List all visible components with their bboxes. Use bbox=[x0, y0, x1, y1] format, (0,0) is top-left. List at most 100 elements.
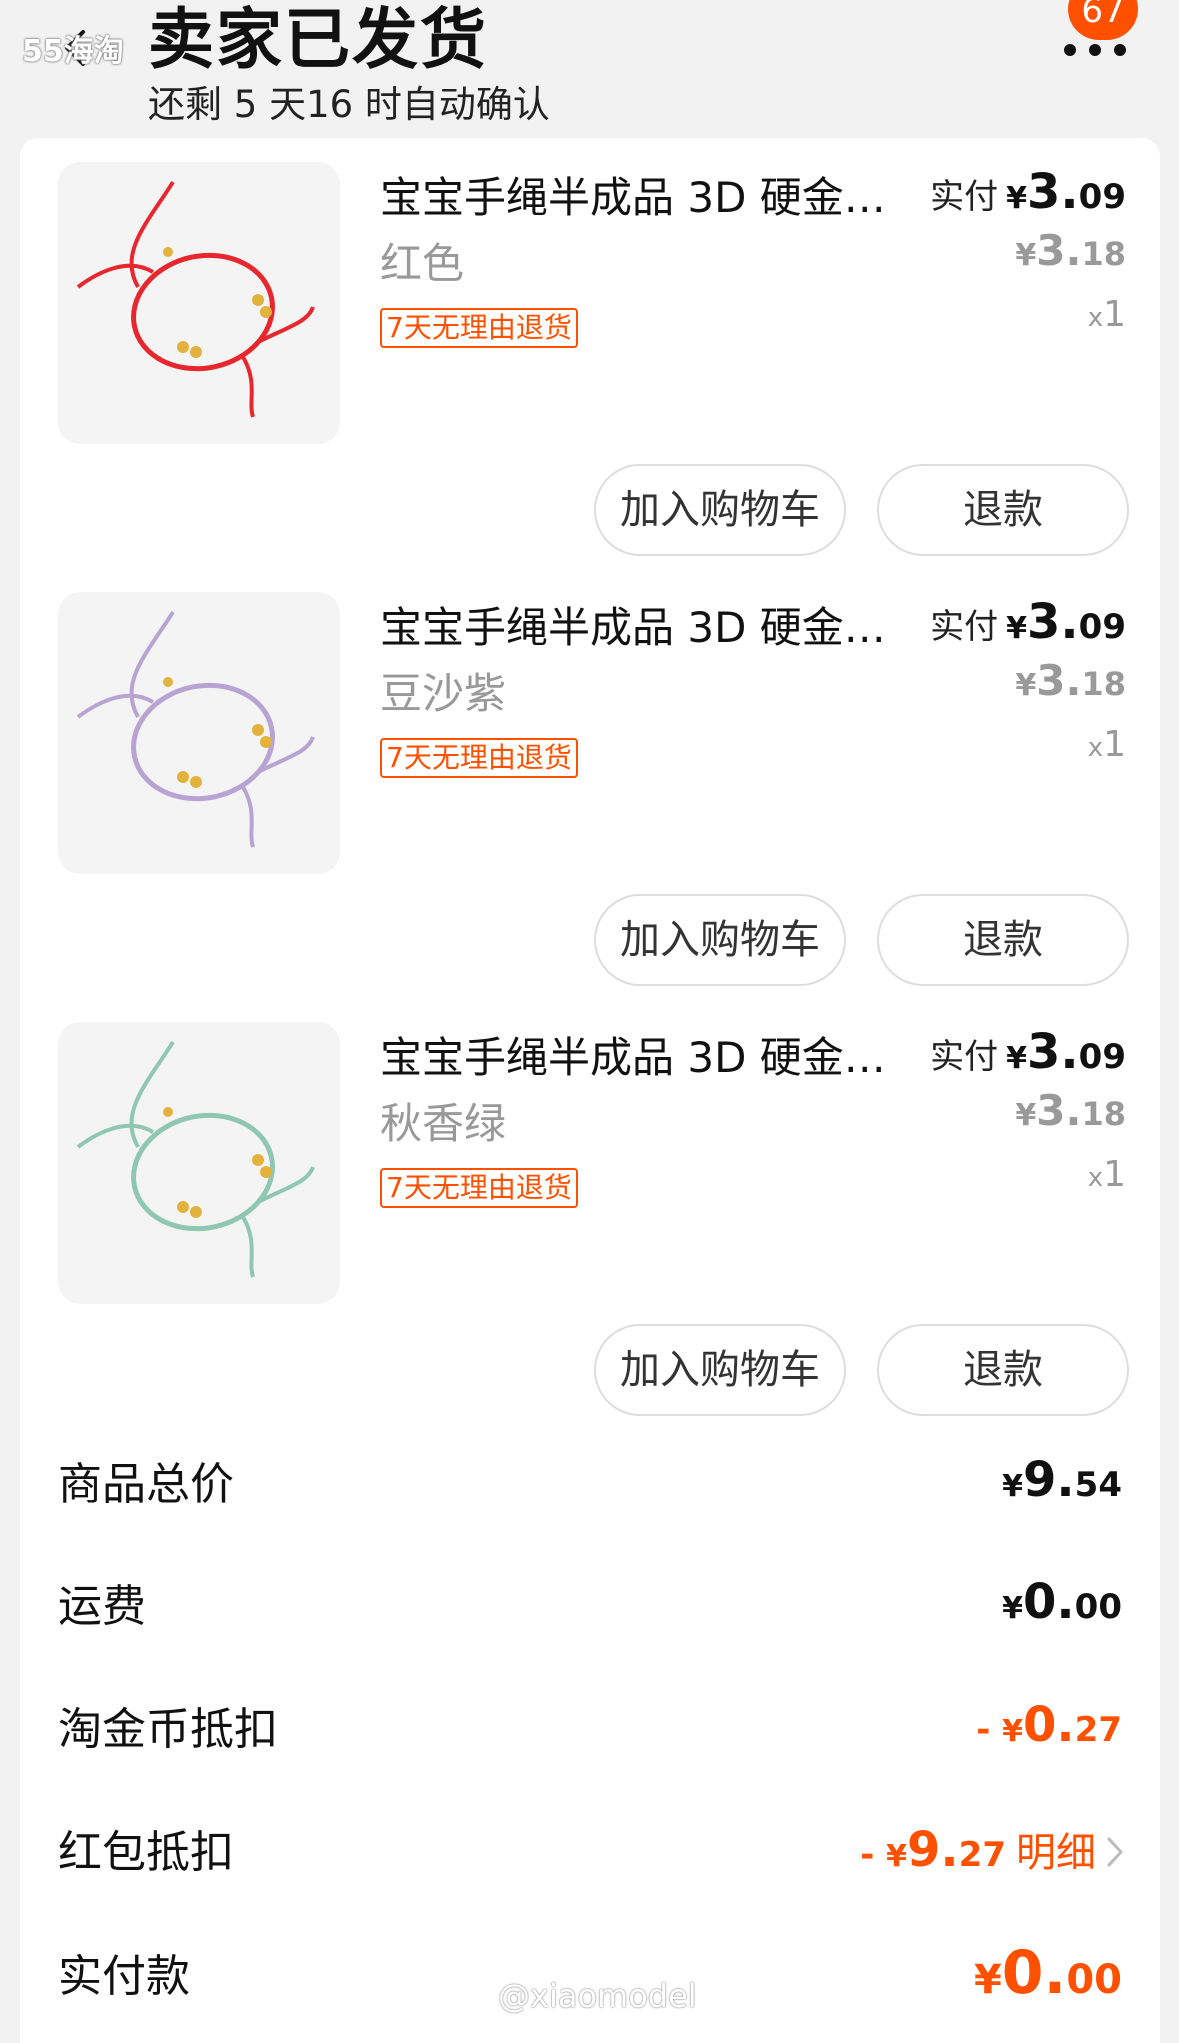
coin-deduction-label: 淘金币抵扣 bbox=[58, 1704, 278, 1755]
product-title[interactable]: 宝宝手绳半成品 3D 硬金手链编织绳 bbox=[380, 164, 920, 225]
return-policy-tag: 7天无理由退货 bbox=[380, 738, 578, 778]
redpack-deduction-value: - ¥9.27 明细 bbox=[860, 1820, 1124, 1878]
amount-integer: 9. bbox=[907, 1822, 959, 1878]
quantity-value: 1 bbox=[1103, 724, 1126, 765]
redpack-deduction-row[interactable]: 红包抵扣 - ¥9.27 明细 bbox=[20, 1796, 1160, 1916]
return-policy-tag: 7天无理由退货 bbox=[380, 1168, 578, 1208]
page-title: 卖家已发货 bbox=[148, 1, 488, 78]
amount-integer: 9. bbox=[1023, 1452, 1075, 1508]
price-integer: 3. bbox=[1027, 594, 1079, 650]
actual-paid-value: ¥0.00 bbox=[974, 1938, 1122, 2008]
shipping-label: 运费 bbox=[58, 1581, 146, 1632]
auto-confirm-countdown: 还剩 5 天16 时自动确认 bbox=[148, 83, 550, 126]
original-price: ¥3.18 bbox=[1015, 656, 1126, 705]
minus-sign: - bbox=[976, 1710, 1003, 1750]
price-decimal: 18 bbox=[1081, 665, 1126, 703]
price-integer: 3. bbox=[1027, 1024, 1079, 1080]
price-integer: 3. bbox=[1027, 164, 1079, 220]
quantity-x: x bbox=[1087, 303, 1104, 333]
currency-symbol: ¥ bbox=[1006, 611, 1028, 646]
shipping-row: 运费 ¥0.00 bbox=[20, 1550, 1160, 1670]
currency-symbol: ¥ bbox=[1015, 238, 1037, 273]
refund-button[interactable]: 退款 bbox=[877, 1324, 1129, 1416]
currency-symbol: ¥ bbox=[1006, 1041, 1028, 1076]
redpack-deduction-label: 红包抵扣 bbox=[58, 1827, 234, 1878]
original-price: ¥3.18 bbox=[1015, 226, 1126, 275]
amount-integer: 0. bbox=[1001, 1938, 1067, 2008]
currency-symbol: ¥ bbox=[1015, 1098, 1037, 1133]
order-card: 宝宝手绳半成品 3D 硬金手链编织绳 红色 7天无理由退货 实付¥3.09 ¥3… bbox=[20, 138, 1160, 2043]
watermark-bottom: @xiaomodel bbox=[498, 1977, 697, 2015]
price-integer: 3. bbox=[1036, 656, 1082, 705]
coin-deduction-value: - ¥0.27 bbox=[976, 1697, 1122, 1753]
paid-price: 实付 ¥3.09 bbox=[930, 1024, 1126, 1080]
detail-link[interactable]: 明细 bbox=[1016, 1830, 1096, 1876]
paid-label: 实付 bbox=[930, 1037, 999, 1077]
more-options-icon[interactable] bbox=[1060, 40, 1130, 60]
quantity-value: 1 bbox=[1103, 1154, 1126, 1195]
price-decimal: 09 bbox=[1078, 607, 1126, 647]
header: 55海淘 卖家已发货 还剩 5 天16 时自动确认 67 bbox=[0, 0, 1179, 135]
refund-button[interactable]: 退款 bbox=[877, 894, 1129, 986]
product-thumbnail[interactable] bbox=[58, 1022, 340, 1304]
paid-price: 实付 ¥3.09 bbox=[930, 594, 1126, 650]
quantity-x: x bbox=[1087, 1163, 1104, 1193]
product-spec: 秋香绿 bbox=[380, 1099, 507, 1148]
order-item: 宝宝手绳半成品 3D 硬金手链编织绳 红色 7天无理由退货 实付¥3.09 ¥3… bbox=[20, 138, 1160, 568]
product-spec: 豆沙紫 bbox=[380, 669, 507, 718]
goods-total-label: 商品总价 bbox=[58, 1459, 234, 1510]
product-thumbnail[interactable] bbox=[58, 162, 340, 444]
quantity-x: x bbox=[1087, 733, 1104, 763]
quantity-value: 1 bbox=[1103, 294, 1126, 335]
chevron-right-icon bbox=[1107, 1837, 1123, 1867]
currency-symbol: ¥ bbox=[1015, 668, 1037, 703]
coin-deduction-row: 淘金币抵扣 - ¥0.27 bbox=[20, 1673, 1160, 1793]
amount-decimal: 27 bbox=[958, 1835, 1006, 1875]
product-title[interactable]: 宝宝手绳半成品 3D 硬金手链编织绳 bbox=[380, 1024, 920, 1085]
bracelet-product-image bbox=[58, 592, 340, 874]
amount-decimal: 00 bbox=[1066, 1957, 1122, 2003]
original-price: ¥3.18 bbox=[1015, 1086, 1126, 1135]
add-to-cart-button[interactable]: 加入购物车 bbox=[594, 894, 846, 986]
quantity: x1 bbox=[1088, 294, 1126, 335]
watermark-top: 55海淘 bbox=[22, 34, 124, 69]
amount-decimal: 27 bbox=[1074, 1710, 1122, 1750]
add-to-cart-button[interactable]: 加入购物车 bbox=[594, 1324, 846, 1416]
product-title[interactable]: 宝宝手绳半成品 3D 硬金手链编织绳 bbox=[380, 594, 920, 655]
currency-symbol: ¥ bbox=[886, 1839, 908, 1874]
price-integer: 3. bbox=[1036, 226, 1082, 275]
minus-sign: - bbox=[860, 1835, 887, 1875]
refund-button[interactable]: 退款 bbox=[877, 464, 1129, 556]
currency-symbol: ¥ bbox=[1002, 1591, 1024, 1626]
amount-integer: 0. bbox=[1023, 1697, 1075, 1753]
actual-paid-label: 实付款 bbox=[58, 1951, 190, 2002]
amount-decimal: 54 bbox=[1074, 1465, 1122, 1505]
price-integer: 3. bbox=[1036, 1086, 1082, 1135]
currency-symbol: ¥ bbox=[1006, 181, 1028, 216]
currency-symbol: ¥ bbox=[973, 1957, 1002, 2003]
price-decimal: 18 bbox=[1081, 1095, 1126, 1133]
price-decimal: 18 bbox=[1081, 235, 1126, 273]
quantity: x1 bbox=[1088, 1154, 1126, 1195]
paid-label: 实付 bbox=[930, 177, 999, 217]
price-decimal: 09 bbox=[1078, 177, 1126, 217]
paid-label: 实付 bbox=[930, 607, 999, 647]
bracelet-product-image bbox=[58, 162, 340, 444]
goods-total-value: ¥9.54 bbox=[1002, 1452, 1122, 1508]
quantity: x1 bbox=[1088, 724, 1126, 765]
currency-symbol: ¥ bbox=[1002, 1469, 1024, 1504]
product-thumbnail[interactable] bbox=[58, 592, 340, 874]
shipping-value: ¥0.00 bbox=[1002, 1574, 1122, 1630]
return-policy-tag: 7天无理由退货 bbox=[380, 308, 578, 348]
bracelet-product-image bbox=[58, 1022, 340, 1304]
amount-integer: 0. bbox=[1023, 1574, 1075, 1630]
amount-decimal: 00 bbox=[1074, 1587, 1122, 1627]
order-item: 宝宝手绳半成品 3D 硬金手链编织绳 秋香绿 7天无理由退货 实付¥3.09 ¥… bbox=[20, 998, 1160, 1428]
currency-symbol: ¥ bbox=[1002, 1714, 1024, 1749]
add-to-cart-button[interactable]: 加入购物车 bbox=[594, 464, 846, 556]
product-spec: 红色 bbox=[380, 239, 465, 288]
message-count-badge: 67 bbox=[1068, 0, 1138, 40]
price-decimal: 09 bbox=[1078, 1037, 1126, 1077]
paid-price: 实付 ¥3.09 bbox=[930, 164, 1126, 220]
goods-total-row: 商品总价 ¥9.54 bbox=[20, 1428, 1160, 1548]
